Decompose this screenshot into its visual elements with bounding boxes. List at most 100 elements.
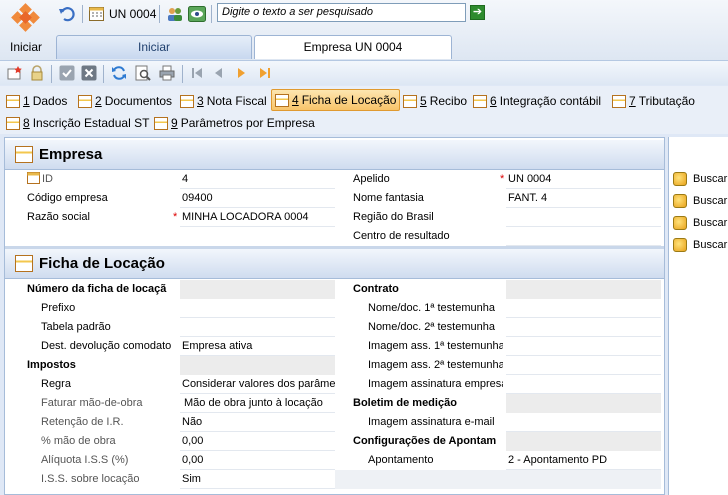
previous-icon [215, 68, 222, 78]
tab-parametros-por-empresa[interactable]: 9 Parâmetros por Empresa [154, 112, 315, 134]
test2-field[interactable] [506, 318, 661, 337]
regiao-field[interactable] [506, 208, 661, 227]
form-icon [6, 94, 20, 108]
centro-label: Centro de resultado [353, 230, 450, 242]
regra-field[interactable]: Considerar valores dos parâme [180, 375, 335, 394]
cancel-button[interactable] [80, 64, 98, 82]
razao-field[interactable]: MINHA LOCADORA 0004 [180, 208, 335, 227]
fantasia-label: Nome fantasia [353, 192, 424, 204]
refresh-button[interactable] [110, 64, 128, 82]
tab-tributacao[interactable]: 7 Tributação [612, 90, 695, 112]
preview-icon [135, 65, 151, 81]
undo-button[interactable] [58, 4, 76, 24]
search-go-button[interactable]: ➔ [470, 5, 485, 20]
tab-iniciar[interactable]: Iniciar [56, 35, 252, 59]
confirm-button[interactable] [58, 64, 76, 82]
img2-label: Imagem ass. 2ª testemunha [368, 359, 503, 371]
config-group: Configurações de Apontam [353, 435, 497, 447]
toolbar-separator [211, 5, 212, 23]
centro-field[interactable] [506, 227, 661, 246]
check-icon [59, 65, 75, 81]
id-icon [27, 172, 40, 184]
eye-icon [188, 6, 206, 22]
group-band [180, 356, 335, 375]
tab-ficha-de-locacao[interactable]: 4 Ficha de Locação [271, 89, 401, 111]
regiao-label: Região do Brasil [353, 211, 434, 223]
tab-recibo[interactable]: 5 Recibo [403, 90, 467, 112]
contrato-group: Contrato [353, 283, 399, 295]
regra-label: Regra [41, 378, 71, 390]
razao-label: Razão social [27, 211, 90, 223]
iss-field[interactable]: Sim [180, 470, 335, 489]
first-record-button[interactable] [188, 64, 206, 82]
img1-field[interactable] [506, 337, 661, 356]
imgemp-field[interactable] [506, 375, 661, 394]
view-button[interactable] [188, 4, 206, 24]
buscar-button[interactable]: Buscar [673, 171, 727, 187]
preview-button[interactable] [134, 64, 152, 82]
faturar-label: Faturar mão-de-obra [41, 397, 143, 409]
previous-record-button[interactable] [210, 64, 228, 82]
buscar-button[interactable]: Buscar [673, 237, 727, 253]
apont-field[interactable]: 2 - Apontamento PD [506, 451, 661, 470]
users-button[interactable] [166, 4, 184, 24]
toolbar-separator [159, 5, 160, 23]
codigo-label: Código empresa [27, 192, 108, 204]
buscar-button[interactable]: Buscar [673, 193, 727, 209]
tabela-label: Tabela padrão [41, 321, 111, 333]
search-input[interactable]: Digite o texto a ser pesquisado [217, 3, 466, 22]
boletim-group: Boletim de medição [353, 397, 457, 409]
codigo-field[interactable]: 09400 [180, 189, 335, 208]
buscar-button[interactable]: Buscar [673, 215, 727, 231]
tab-documentos[interactable]: 2 Documentos [78, 90, 172, 112]
prefixo-label: Prefixo [41, 302, 76, 314]
form-icon [612, 94, 626, 108]
last-record-button[interactable] [256, 64, 274, 82]
dest-field[interactable]: Empresa ativa [180, 337, 335, 356]
lock-button[interactable] [28, 64, 46, 82]
aliquota-field[interactable]: 0,00 [180, 451, 335, 470]
arrow-right-icon: ➔ [472, 6, 483, 18]
tabela-field[interactable] [180, 318, 335, 337]
record-toolbar [0, 60, 728, 85]
imgemp-label: Imagem assinatura empresa [368, 378, 503, 390]
test1-field[interactable] [506, 299, 661, 318]
aliquota-label: Alíquota I.S.S (%) [41, 454, 129, 466]
apelido-field[interactable]: UN 0004 [506, 170, 661, 189]
search-icon [673, 216, 687, 230]
tab-integracao-contabil[interactable]: 6 Integração contábil [473, 90, 601, 112]
form-icon [154, 116, 168, 130]
fantasia-field[interactable]: FANT. 4 [506, 189, 661, 208]
filler-band [335, 470, 661, 489]
unit-selector[interactable]: UN 0004 [89, 4, 156, 24]
new-record-button[interactable] [6, 64, 24, 82]
faturar-field[interactable]: Mão de obra junto à locação [180, 394, 335, 413]
maodeobra-field[interactable]: 0,00 [180, 432, 335, 451]
search-icon [673, 172, 687, 186]
tab-nota-fiscal[interactable]: 3 Nota Fiscal [180, 90, 267, 112]
retencao-field[interactable]: Não [180, 413, 335, 432]
tab-inscricao-estadual-st[interactable]: 8 Inscrição Estadual ST [6, 112, 149, 134]
next-record-button[interactable] [232, 64, 250, 82]
group-band [506, 432, 661, 451]
dest-label: Dest. devolução comodato [41, 340, 172, 352]
app-logo-icon[interactable] [8, 3, 44, 38]
imgemail-label: Imagem assinatura e-mail [368, 416, 495, 428]
tab-empresa[interactable]: Empresa UN 0004 [254, 35, 452, 59]
img2-field[interactable] [506, 356, 661, 375]
apont-label: Apontamento [368, 454, 434, 466]
refresh-icon [112, 66, 126, 80]
img1-label: Imagem ass. 1ª testemunha [368, 340, 503, 352]
form-icon [78, 94, 92, 108]
start-label[interactable]: Iniciar [6, 40, 46, 54]
iss-label: I.S.S. sobre locação [41, 473, 140, 485]
print-button[interactable] [158, 64, 176, 82]
tab-dados[interactable]: 1 Dados [6, 90, 67, 112]
imgemail-field[interactable] [506, 413, 661, 432]
prefixo-field[interactable] [180, 299, 335, 318]
toolbar-separator [82, 5, 83, 23]
maodeobra-label: % mão de obra [41, 435, 116, 447]
undo-icon [59, 7, 75, 22]
toolbar-separator [51, 65, 52, 83]
form-icon [15, 255, 33, 272]
